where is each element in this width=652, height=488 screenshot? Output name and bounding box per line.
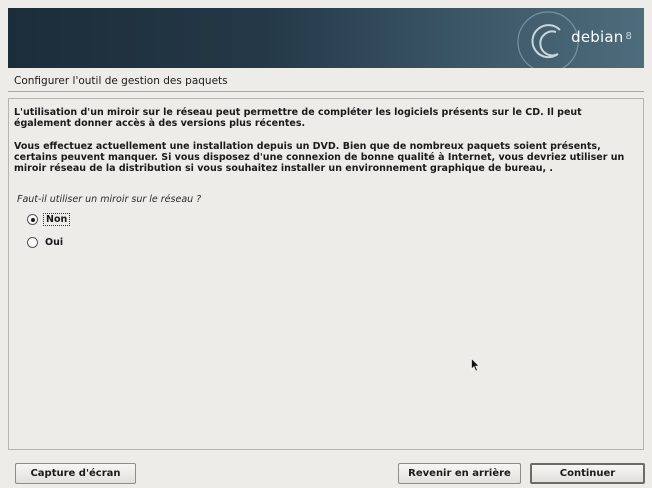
description-paragraph-2: Vous effectuez actuellement une installa… (14, 141, 625, 174)
radio-non[interactable] (27, 214, 38, 225)
continue-button[interactable]: Continuer (530, 463, 645, 484)
debian-logo-version: 8 (625, 31, 632, 42)
debian-logo: debian 8 (571, 28, 632, 46)
option-non-label[interactable]: Non (43, 213, 71, 226)
option-oui-label[interactable]: Oui (43, 237, 65, 248)
option-oui[interactable]: Oui (27, 236, 65, 249)
page-title: Configurer l'outil de gestion des paquet… (14, 75, 228, 87)
screenshot-button[interactable]: Capture d'écran (15, 463, 136, 484)
radio-oui[interactable] (27, 237, 38, 248)
mouse-pointer-icon (471, 358, 480, 372)
debian-logo-text: debian (571, 28, 624, 46)
question-label: Faut-il utiliser un miroir sur le réseau… (17, 194, 202, 205)
option-non[interactable]: Non (27, 213, 71, 226)
debian-banner: debian 8 (8, 8, 644, 68)
back-button[interactable]: Revenir en arrière (398, 463, 521, 484)
description-paragraph-1: L'utilisation d'un miroir sur le réseau … (14, 107, 582, 129)
